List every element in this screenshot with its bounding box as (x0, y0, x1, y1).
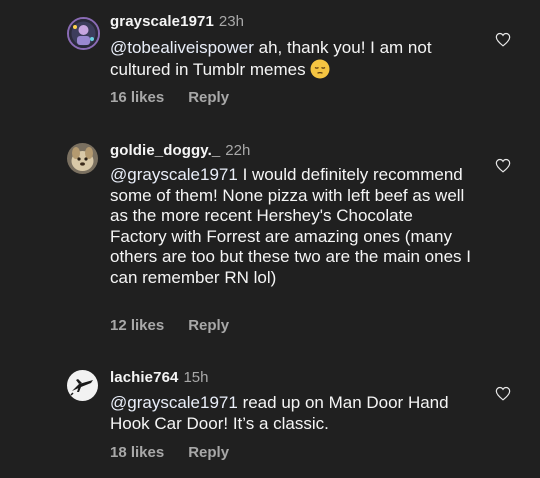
mention-link[interactable]: @grayscale1971 (110, 393, 238, 412)
heart-outline-icon[interactable] (495, 158, 511, 173)
heart-outline-icon[interactable] (495, 386, 511, 401)
like-count[interactable]: 16 likes (110, 89, 164, 106)
mention-link[interactable]: @grayscale1971 (110, 165, 238, 184)
like-count[interactable]: 18 likes (110, 444, 164, 461)
timestamp: 15h (183, 369, 209, 386)
comment-text: @tobealiveispower ah, thank you! I am no… (110, 38, 475, 80)
username[interactable]: goldie_doggy._ (110, 142, 220, 159)
avatar[interactable] (67, 17, 100, 50)
like-count[interactable]: 12 likes (110, 317, 164, 334)
pensive-face-emoji (310, 59, 330, 79)
reply-button[interactable]: Reply (188, 444, 229, 461)
timestamp: 22h (225, 142, 251, 159)
comment-text: @grayscale1971 I would definitely recomm… (110, 165, 472, 288)
comment-text: @grayscale1971 read up on Man Door Hand … (110, 393, 475, 434)
username[interactable]: grayscale1971 (110, 13, 214, 30)
avatar[interactable] (67, 370, 98, 401)
reply-button[interactable]: Reply (188, 317, 229, 334)
mention-link[interactable]: @tobealiveispower (110, 38, 254, 57)
reply-button[interactable]: Reply (188, 89, 229, 106)
timestamp: 23h (218, 13, 244, 30)
heart-outline-icon[interactable] (495, 32, 511, 47)
username[interactable]: lachie764 (110, 369, 178, 386)
avatar[interactable] (67, 143, 98, 174)
